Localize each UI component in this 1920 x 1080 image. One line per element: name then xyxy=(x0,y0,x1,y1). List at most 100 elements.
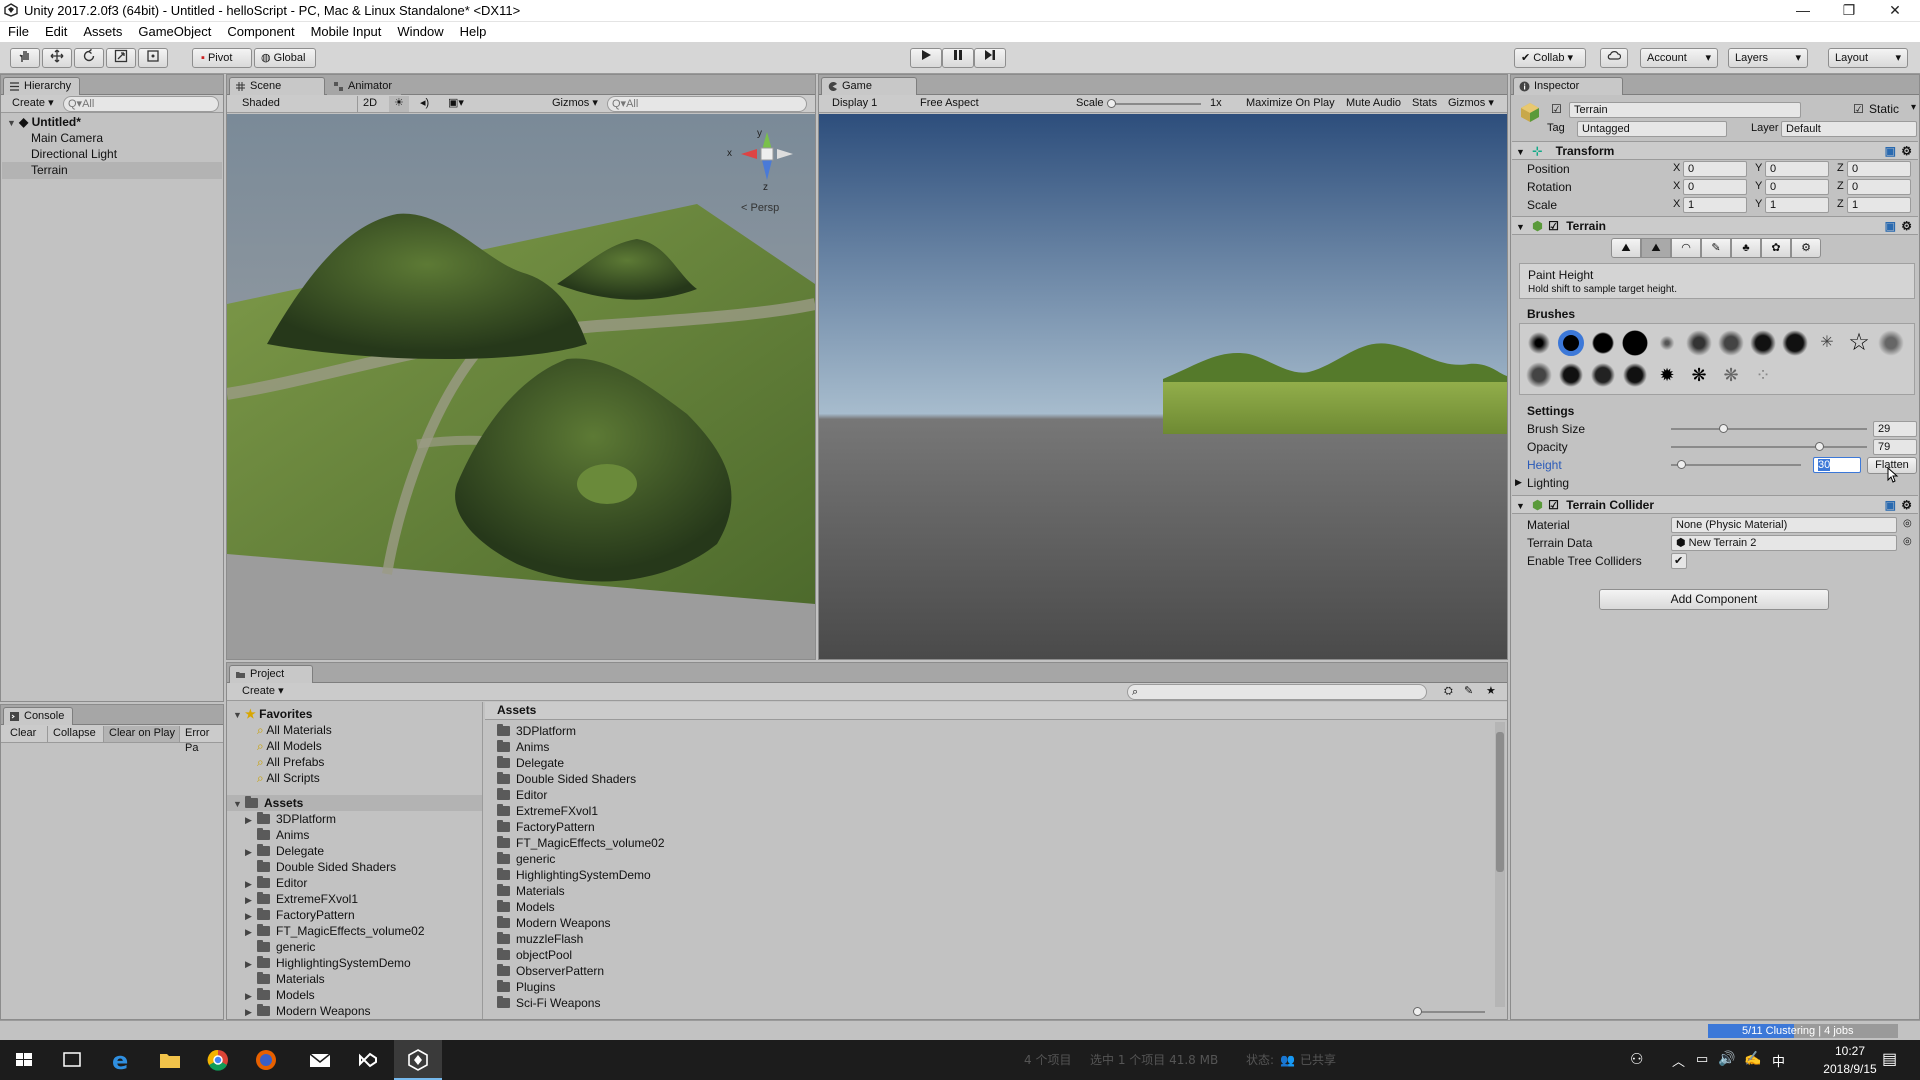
pen-icon[interactable]: ✍ xyxy=(1744,1050,1761,1067)
brush-hard-selected[interactable] xyxy=(1558,330,1584,356)
taskbar-chrome[interactable] xyxy=(194,1040,242,1080)
brush-dots-light[interactable]: ❋ xyxy=(1718,362,1744,388)
brush-noise-9[interactable] xyxy=(1622,362,1648,388)
brush-star[interactable]: ☆ xyxy=(1846,330,1872,356)
close-button[interactable]: ✕ xyxy=(1872,0,1918,22)
expand-arrow-icon[interactable]: ▶ xyxy=(245,1004,257,1019)
asset-folder-item[interactable]: ObserverPattern xyxy=(497,963,604,979)
step-button[interactable] xyxy=(974,48,1006,68)
tree-folder-item[interactable]: Double Sided Shaders xyxy=(245,859,396,875)
network-icon[interactable]: ▭ xyxy=(1696,1051,1708,1067)
tree-folder-item[interactable]: ▶ HighlightingSystemDemo xyxy=(245,955,411,971)
brush-soft-small[interactable] xyxy=(1526,330,1552,356)
people-icon[interactable]: ⚇ xyxy=(1630,1050,1643,1068)
help-icon[interactable]: ▣ xyxy=(1885,217,1896,235)
hierarchy-item-main-camera[interactable]: Main Camera xyxy=(31,131,103,145)
tab-hierarchy[interactable]: Hierarchy xyxy=(3,77,81,95)
position-y-field[interactable]: 0 xyxy=(1765,161,1829,177)
stats-toggle[interactable]: Stats xyxy=(1407,96,1442,112)
static-dropdown-caret-icon[interactable]: ▾ xyxy=(1911,102,1916,113)
shading-mode-dropdown[interactable]: Shaded xyxy=(237,96,337,112)
brush-hard-medium[interactable] xyxy=(1590,330,1616,356)
tree-folder-item[interactable]: ▶ Delegate xyxy=(245,843,324,859)
object-picker-icon[interactable]: ◎ xyxy=(1903,518,1912,529)
favorite-all-materials[interactable]: ⌕ All Materials xyxy=(257,722,332,738)
rotate-tool-button[interactable] xyxy=(74,48,104,68)
account-dropdown[interactable]: Account ▾ xyxy=(1640,48,1718,68)
brush-noise-1[interactable] xyxy=(1686,330,1712,356)
brush-dots[interactable]: ❋ xyxy=(1686,362,1712,388)
tab-inspector[interactable]: Inspector xyxy=(1513,77,1623,95)
tree-folder-item[interactable]: ▶ ExtremeFXvol1 xyxy=(245,891,358,907)
brush-noise-6[interactable] xyxy=(1526,362,1552,388)
layer-dropdown[interactable]: Default xyxy=(1781,121,1917,137)
height-slider-knob[interactable] xyxy=(1677,460,1686,469)
paint-height-tool-button[interactable]: ⛰ xyxy=(1641,238,1671,258)
display-dropdown[interactable]: Display 1 xyxy=(827,96,907,112)
place-trees-tool-button[interactable]: ♣ xyxy=(1731,238,1761,258)
clock-date[interactable]: 2018/9/15 xyxy=(1816,1062,1884,1076)
scene-effects-dropdown[interactable]: ▣▾ xyxy=(443,96,469,112)
expand-arrow-icon[interactable]: ▶ xyxy=(245,876,257,892)
terrain-enabled-checkbox[interactable]: ☑ xyxy=(1548,219,1559,233)
asset-folder-item[interactable]: generic xyxy=(497,851,555,867)
asset-folder-item[interactable]: Plugins xyxy=(497,979,555,995)
asset-folder-item[interactable]: Models xyxy=(497,899,555,915)
filter-by-label-icon[interactable]: ✎ xyxy=(1459,684,1478,700)
brush-noise-4[interactable] xyxy=(1782,330,1808,356)
menu-component[interactable]: Component xyxy=(219,22,302,42)
tag-dropdown[interactable]: Untagged xyxy=(1577,121,1727,137)
favorite-all-scripts[interactable]: ⌕ All Scripts xyxy=(257,770,320,786)
gear-icon[interactable]: ⚙ xyxy=(1901,496,1912,514)
asset-folder-item[interactable]: ExtremeFXvol1 xyxy=(497,803,598,819)
brush-size-field[interactable]: 29 xyxy=(1873,421,1917,437)
notification-center-icon[interactable]: ▤ xyxy=(1882,1049,1897,1069)
start-button[interactable] xyxy=(0,1040,48,1080)
add-component-button[interactable]: Add Component xyxy=(1599,589,1829,610)
brush-noise-7[interactable] xyxy=(1558,362,1584,388)
filter-by-type-icon[interactable]: ⛭ xyxy=(1439,684,1458,700)
transform-header[interactable]: ▼ ⊹ Transform ▣ ⚙ xyxy=(1512,141,1918,160)
asset-folder-item[interactable]: FactoryPattern xyxy=(497,819,595,835)
tree-folder-item[interactable]: ▶ FactoryPattern xyxy=(245,907,355,923)
favorites-section[interactable]: ▼ ★ Favorites xyxy=(233,706,312,722)
tree-folder-item[interactable]: generic xyxy=(245,939,315,955)
menu-assets[interactable]: Assets xyxy=(75,22,130,42)
tab-project[interactable]: Project xyxy=(229,665,313,683)
smooth-height-tool-button[interactable]: ◠ xyxy=(1671,238,1701,258)
global-toggle[interactable]: ◍ Global xyxy=(254,48,316,68)
collider-enabled-checkbox[interactable]: ☑ xyxy=(1548,498,1559,512)
icon-size-slider-knob[interactable] xyxy=(1413,1007,1422,1016)
ime-indicator[interactable]: 中 xyxy=(1772,1051,1785,1070)
menu-window[interactable]: Window xyxy=(389,22,451,42)
layout-dropdown[interactable]: Layout ▾ xyxy=(1828,48,1908,68)
scale-slider-track[interactable] xyxy=(1111,103,1201,105)
terrain-component-header[interactable]: ▼ ⬢ ☑ Terrain ▣ ⚙ xyxy=(1512,216,1918,235)
scale-slider-knob[interactable] xyxy=(1107,99,1116,108)
icon-size-slider-track[interactable] xyxy=(1415,1011,1485,1013)
project-create-dropdown[interactable]: Create ▾ xyxy=(237,684,289,700)
game-viewport[interactable] xyxy=(819,114,1507,659)
rotation-x-field[interactable]: 0 xyxy=(1683,179,1747,195)
expand-arrow-icon[interactable]: ▶ xyxy=(245,892,257,908)
tree-folder-item[interactable]: ▶ FT_MagicEffects_volume02 xyxy=(245,923,425,939)
tray-chevron-up-icon[interactable]: ︿ xyxy=(1672,1051,1685,1070)
asset-folder-item[interactable]: Sci-Fi Weapons xyxy=(497,995,600,1011)
brush-size-slider-knob[interactable] xyxy=(1719,424,1728,433)
scrollbar-thumb[interactable] xyxy=(1496,732,1504,872)
tab-console[interactable]: Console xyxy=(3,707,74,725)
lighting-expand-arrow-icon[interactable]: ▶ xyxy=(1515,477,1522,488)
console-error-pause-toggle[interactable]: Error Pa xyxy=(179,726,223,754)
brush-noise-2[interactable] xyxy=(1718,330,1744,356)
pivot-toggle[interactable]: ▪ Pivot xyxy=(192,48,252,68)
aspect-dropdown[interactable]: Free Aspect xyxy=(915,96,1075,112)
height-field[interactable]: 30 xyxy=(1813,457,1861,473)
brush-splat[interactable]: ✹ xyxy=(1654,362,1680,388)
expand-arrow-icon[interactable]: ▶ xyxy=(245,908,257,924)
brush-noise-8[interactable] xyxy=(1590,362,1616,388)
expand-arrow-icon[interactable]: ▶ xyxy=(245,812,257,828)
asset-folder-item[interactable]: muzzleFlash xyxy=(497,931,583,947)
tree-folder-item[interactable]: ▶ Models xyxy=(245,987,315,1003)
tab-game[interactable]: Game xyxy=(821,77,917,95)
maximize-button[interactable]: ❐ xyxy=(1826,0,1872,22)
